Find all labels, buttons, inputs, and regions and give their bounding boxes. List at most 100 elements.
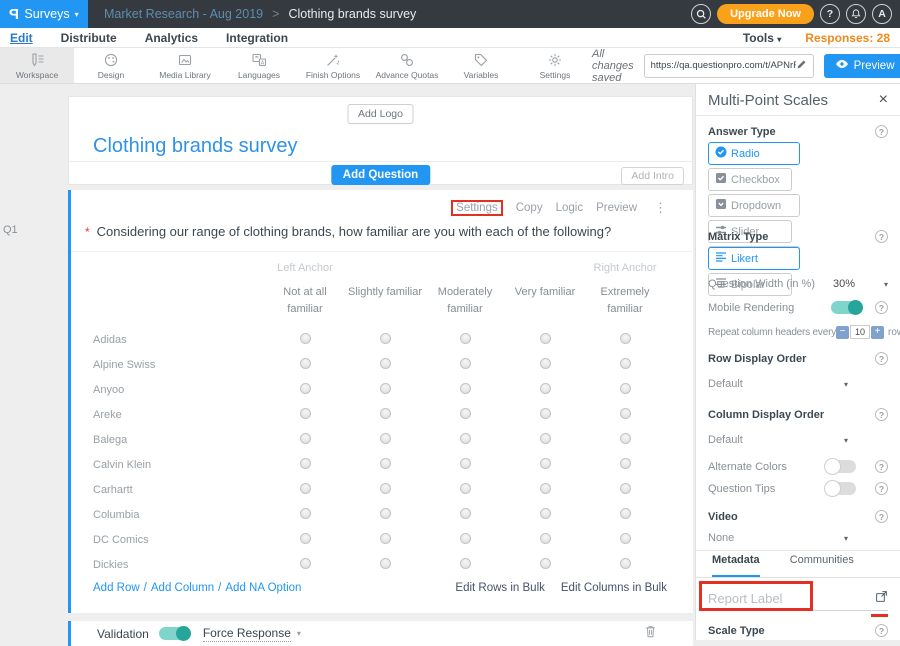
avatar[interactable]: A bbox=[872, 4, 892, 24]
help-icon[interactable]: ? bbox=[875, 460, 888, 473]
radio-button[interactable] bbox=[300, 433, 311, 444]
matrix-row-label[interactable]: DC Comics bbox=[93, 534, 265, 546]
radio-button[interactable] bbox=[620, 483, 631, 494]
survey-url-input[interactable]: https://qa.questionpro.com/t/APNrFZfQ bbox=[644, 54, 814, 78]
radio-button[interactable] bbox=[300, 508, 311, 519]
tools-menu[interactable]: Tools ▾ bbox=[743, 31, 781, 45]
toolbar-item-workspace[interactable]: Workspace bbox=[0, 48, 74, 83]
help-icon[interactable]: ? bbox=[875, 301, 888, 314]
radio-button[interactable] bbox=[620, 433, 631, 444]
toolbar-item-settings[interactable]: Settings bbox=[518, 48, 592, 83]
help-button[interactable]: ? bbox=[820, 4, 840, 24]
question-width-value[interactable]: 30% bbox=[833, 278, 855, 290]
radio-button[interactable] bbox=[460, 558, 471, 569]
radio-button[interactable] bbox=[380, 533, 391, 544]
option-checkbox[interactable]: Checkbox bbox=[708, 168, 792, 191]
matrix-row-label[interactable]: Adidas bbox=[93, 334, 265, 346]
product-switcher[interactable]: P Surveys ▾ bbox=[0, 0, 88, 28]
matrix-row-label[interactable]: Areke bbox=[93, 409, 265, 421]
help-icon[interactable]: ? bbox=[875, 510, 888, 523]
radio-button[interactable] bbox=[620, 508, 631, 519]
minus-button[interactable]: − bbox=[836, 326, 849, 339]
matrix-column-header[interactable]: Slightly familiar bbox=[345, 284, 425, 317]
edit-url-pencil-icon[interactable] bbox=[796, 57, 807, 75]
radio-button[interactable] bbox=[540, 533, 551, 544]
tab-analytics[interactable]: Analytics bbox=[145, 31, 198, 45]
radio-button[interactable] bbox=[380, 458, 391, 469]
right-anchor-placeholder[interactable]: Right Anchor bbox=[585, 262, 665, 274]
open-editor-icon[interactable] bbox=[875, 590, 888, 608]
mobile-rendering-toggle[interactable] bbox=[831, 301, 861, 314]
radio-button[interactable] bbox=[540, 483, 551, 494]
radio-button[interactable] bbox=[300, 458, 311, 469]
tab-distribute[interactable]: Distribute bbox=[61, 31, 117, 45]
radio-button[interactable] bbox=[540, 508, 551, 519]
add-logo-button[interactable]: Add Logo bbox=[347, 104, 414, 124]
radio-button[interactable] bbox=[460, 333, 471, 344]
matrix-row-label[interactable]: Columbia bbox=[93, 509, 265, 521]
radio-button[interactable] bbox=[300, 408, 311, 419]
add-column-link[interactable]: Add Column bbox=[151, 582, 214, 594]
close-icon[interactable]: × bbox=[879, 92, 888, 108]
radio-button[interactable] bbox=[620, 533, 631, 544]
matrix-row-label[interactable]: Alpine Swiss bbox=[93, 359, 265, 371]
matrix-row-label[interactable]: Balega bbox=[93, 434, 265, 446]
radio-button[interactable] bbox=[620, 558, 631, 569]
matrix-column-header[interactable]: Extremely familiar bbox=[585, 284, 665, 317]
radio-button[interactable] bbox=[540, 358, 551, 369]
toolbar-item-variables[interactable]: Variables bbox=[444, 48, 518, 83]
radio-button[interactable] bbox=[540, 433, 551, 444]
radio-button[interactable] bbox=[620, 408, 631, 419]
add-row-link[interactable]: Add Row bbox=[93, 582, 140, 594]
radio-button[interactable] bbox=[380, 558, 391, 569]
radio-button[interactable] bbox=[380, 433, 391, 444]
response-mode-dropdown[interactable]: Force Response bbox=[203, 626, 291, 642]
radio-button[interactable] bbox=[620, 383, 631, 394]
column-display-order-select[interactable]: Default ▾ bbox=[708, 434, 888, 446]
question-settings-button[interactable]: Settings bbox=[451, 200, 503, 216]
preview-button[interactable]: Preview bbox=[824, 54, 900, 78]
search-icon[interactable] bbox=[691, 4, 711, 24]
tab-communities[interactable]: Communities bbox=[790, 554, 854, 577]
radio-button[interactable] bbox=[460, 408, 471, 419]
radio-button[interactable] bbox=[380, 383, 391, 394]
radio-button[interactable] bbox=[380, 358, 391, 369]
radio-button[interactable] bbox=[380, 508, 391, 519]
radio-button[interactable] bbox=[620, 458, 631, 469]
breadcrumb-folder[interactable]: Market Research - Aug 2019 bbox=[104, 7, 263, 21]
radio-button[interactable] bbox=[460, 358, 471, 369]
radio-button[interactable] bbox=[460, 508, 471, 519]
help-icon[interactable]: ? bbox=[875, 482, 888, 495]
toolbar-item-finish-options[interactable]: Finish Options bbox=[296, 48, 370, 83]
question-copy-button[interactable]: Copy bbox=[516, 202, 543, 214]
toolbar-item-languages[interactable]: ALanguages bbox=[222, 48, 296, 83]
radio-button[interactable] bbox=[540, 383, 551, 394]
question-preview-button[interactable]: Preview bbox=[596, 202, 637, 214]
option-radio[interactable]: Radio bbox=[708, 142, 800, 165]
radio-button[interactable] bbox=[300, 383, 311, 394]
question-logic-button[interactable]: Logic bbox=[556, 202, 584, 214]
tab-integration[interactable]: Integration bbox=[226, 31, 288, 45]
radio-button[interactable] bbox=[300, 483, 311, 494]
radio-button[interactable] bbox=[460, 433, 471, 444]
row-display-order-select[interactable]: Default ▾ bbox=[708, 378, 888, 390]
edit-columns-in-bulk-link[interactable]: Edit Columns in Bulk bbox=[561, 582, 667, 594]
responses-count[interactable]: Responses: 28 bbox=[805, 31, 890, 45]
radio-button[interactable] bbox=[540, 408, 551, 419]
radio-button[interactable] bbox=[620, 333, 631, 344]
delete-question-trash-icon[interactable] bbox=[644, 624, 657, 644]
radio-button[interactable] bbox=[540, 458, 551, 469]
radio-button[interactable] bbox=[460, 533, 471, 544]
radio-button[interactable] bbox=[380, 408, 391, 419]
radio-button[interactable] bbox=[300, 558, 311, 569]
option-dropdown[interactable]: Dropdown bbox=[708, 194, 800, 217]
matrix-row-label[interactable]: Calvin Klein bbox=[93, 459, 265, 471]
question-text[interactable]: Considering our range of clothing brands… bbox=[97, 224, 612, 239]
help-icon[interactable]: ? bbox=[875, 125, 888, 138]
matrix-row-label[interactable]: Dickies bbox=[93, 559, 265, 571]
radio-button[interactable] bbox=[300, 333, 311, 344]
notifications-bell-icon[interactable] bbox=[846, 4, 866, 24]
survey-title[interactable]: Clothing brands survey bbox=[93, 135, 298, 158]
toolbar-item-media-library[interactable]: Media Library bbox=[148, 48, 222, 83]
matrix-row-label[interactable]: Anyoo bbox=[93, 384, 265, 396]
